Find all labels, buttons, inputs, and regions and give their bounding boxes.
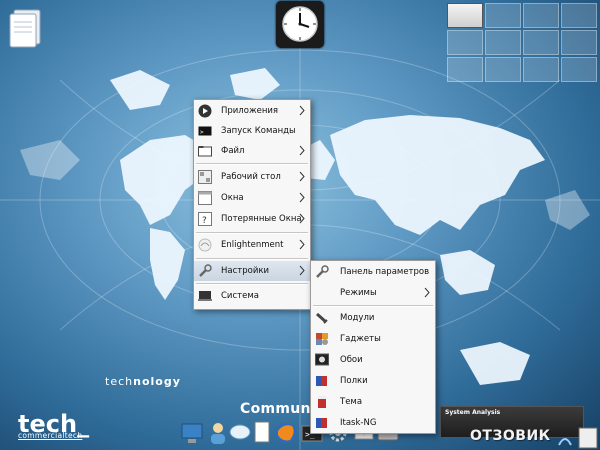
menu-item-label: Запуск Команды xyxy=(221,126,296,136)
folder-icon xyxy=(198,146,212,157)
clock-gadget[interactable] xyxy=(276,1,324,48)
menu-separator xyxy=(196,258,308,260)
menu-item-shelves[interactable]: Полки xyxy=(311,371,435,391)
notes-icon xyxy=(578,427,598,449)
menu-item-label: Приложения xyxy=(221,106,279,116)
pager-desk[interactable] xyxy=(447,30,483,55)
wrench-icon xyxy=(316,265,329,278)
wifi-icon xyxy=(558,438,572,446)
technology-caption-a: tech xyxy=(105,375,134,388)
menu-item-label: Тема xyxy=(340,397,363,407)
menu-item-label: Окна xyxy=(221,193,244,203)
menu-item-label: Настройки xyxy=(221,266,270,276)
svg-text:>: > xyxy=(200,129,204,136)
menu-item-modes[interactable]: Режимы xyxy=(311,283,435,303)
virtual-desktop-pager[interactable] xyxy=(447,3,597,85)
itask-icon xyxy=(316,418,327,428)
shelf-icon xyxy=(316,376,327,386)
watermark-text: ОТЗОВИК xyxy=(470,428,551,444)
svg-text:?: ? xyxy=(202,216,207,226)
chevron-right-icon xyxy=(424,287,430,298)
chat-icon[interactable] xyxy=(228,418,252,446)
chevron-right-icon xyxy=(299,239,305,250)
lost-window-icon: ? xyxy=(198,212,212,226)
menu-item-label: Рабочий стол xyxy=(221,172,281,182)
theme-icon xyxy=(318,396,326,408)
menu-item-label: Модули xyxy=(340,313,375,323)
community-title: Communi xyxy=(240,401,316,417)
menu-item-label: Гаджеты xyxy=(340,334,381,344)
menu-item-label: Файл xyxy=(221,146,245,156)
menu-item-run-command[interactable]: > Запуск Команды xyxy=(194,121,310,141)
computer-icon xyxy=(198,291,212,301)
menu-item-label: Itask-NG xyxy=(340,418,377,428)
menu-item-wallpaper[interactable]: Обои xyxy=(311,350,435,370)
pager-desk[interactable] xyxy=(561,57,597,82)
menu-item-theme[interactable]: Тема xyxy=(311,392,435,412)
logo-subtitle: commercialtech xyxy=(18,431,83,440)
enlightenment-icon xyxy=(198,238,212,252)
desktop[interactable]: technology tech_ commercialtech Communi … xyxy=(0,0,600,450)
menu-separator xyxy=(196,163,308,165)
menu-item-gadgets[interactable]: Гаджеты xyxy=(311,329,435,349)
chevron-right-icon xyxy=(299,171,305,182)
menu-item-control-panel[interactable]: Панель параметров xyxy=(311,262,435,282)
menu-item-label: Панель параметров xyxy=(340,267,430,277)
menu-item-enlightenment[interactable]: Enlightenment xyxy=(194,235,310,255)
window-icon xyxy=(198,191,212,205)
firefox-icon[interactable] xyxy=(274,418,298,446)
pager-desk[interactable] xyxy=(523,57,559,82)
technology-caption-b: nology xyxy=(133,375,181,388)
pager-desk[interactable] xyxy=(485,3,521,28)
terminal-icon: > xyxy=(198,126,212,136)
gadgets-icon xyxy=(316,333,328,345)
settings-submenu: Панель параметров Режимы Модули Гаджеты … xyxy=(310,260,436,434)
chevron-right-icon xyxy=(299,192,305,203)
menu-item-system[interactable]: Система xyxy=(194,286,310,306)
wallpaper-icon xyxy=(315,353,329,366)
technology-caption: technology xyxy=(105,375,181,388)
menu-item-itask[interactable]: Itask-NG xyxy=(311,413,435,433)
menu-item-label: Полки xyxy=(340,376,368,386)
menu-separator xyxy=(196,232,308,234)
pager-desk[interactable] xyxy=(523,30,559,55)
tray-icons xyxy=(558,427,598,449)
pager-desk[interactable] xyxy=(523,3,559,28)
pager-desk[interactable] xyxy=(447,57,483,82)
clock-icon xyxy=(282,6,318,42)
menu-item-label: Режимы xyxy=(340,288,377,298)
system-panel-title: System Analysis xyxy=(445,409,501,416)
pager-desk[interactable] xyxy=(561,3,597,28)
menu-item-desktop[interactable]: Рабочий стол xyxy=(194,167,310,187)
menu-item-label: Обои xyxy=(340,355,363,365)
menu-separator xyxy=(313,305,433,307)
menu-item-label: Enlightenment xyxy=(221,240,284,250)
pager-desk[interactable] xyxy=(561,30,597,55)
plug-icon xyxy=(316,312,328,324)
document-icon[interactable] xyxy=(250,418,274,446)
pager-desk[interactable] xyxy=(447,3,483,28)
wrench-icon xyxy=(199,264,212,277)
menu-item-settings[interactable]: Настройки xyxy=(194,261,310,281)
pager-desk[interactable] xyxy=(485,30,521,55)
pager-desk[interactable] xyxy=(485,57,521,82)
menu-item-applications[interactable]: Приложения xyxy=(194,101,310,121)
main-menu: Приложения > Запуск Команды Файл Рабочий… xyxy=(193,99,311,310)
desktop-icon xyxy=(198,170,212,184)
user-icon[interactable] xyxy=(206,418,230,446)
menu-item-modules[interactable]: Модули xyxy=(311,308,435,328)
chevron-right-icon xyxy=(299,213,305,224)
menu-item-label: Потерянные Окна xyxy=(221,214,302,224)
menu-item-label: Система xyxy=(221,291,259,301)
chevron-right-icon xyxy=(299,145,305,156)
home-folder-icon[interactable] xyxy=(8,6,44,48)
menu-separator xyxy=(196,283,308,285)
chevron-right-icon xyxy=(299,265,305,276)
menu-item-windows[interactable]: Окна xyxy=(194,188,310,208)
play-icon xyxy=(198,104,212,118)
menu-item-lost-windows[interactable]: ? Потерянные Окна xyxy=(194,209,310,229)
menu-item-file[interactable]: Файл xyxy=(194,141,310,161)
chevron-right-icon xyxy=(299,105,305,116)
monitor-icon[interactable] xyxy=(180,418,204,446)
